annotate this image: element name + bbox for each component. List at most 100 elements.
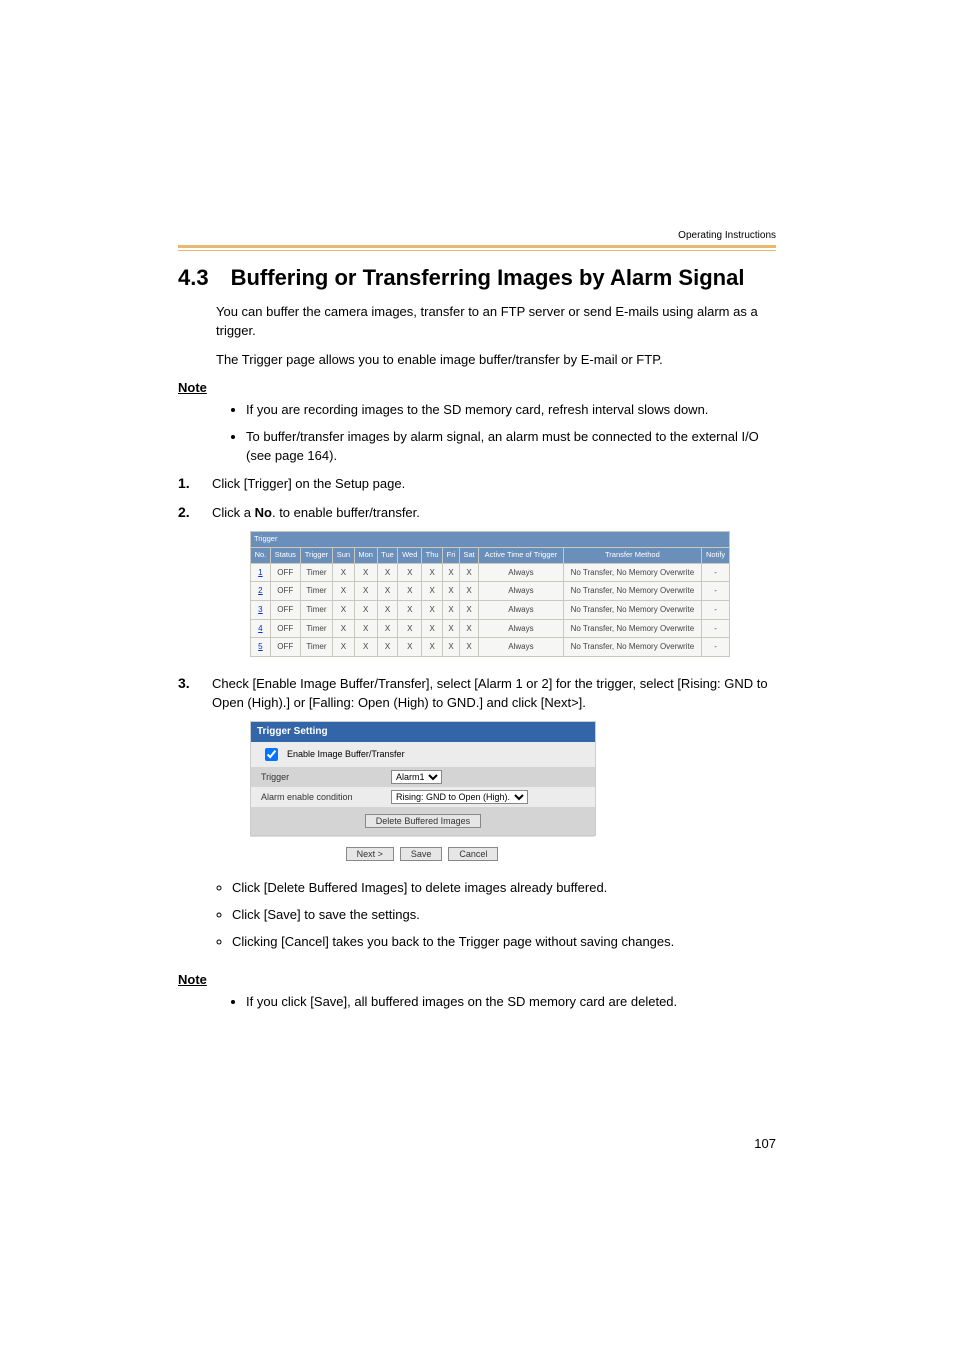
step-2-post: . to enable buffer/transfer. xyxy=(272,505,420,520)
th-no: No. xyxy=(251,548,271,564)
cell-mon: X xyxy=(354,563,377,582)
th-method: Transfer Method xyxy=(563,548,702,564)
cell-tue: X xyxy=(377,563,398,582)
table-row: 1OFFTimerXXXXXXXAlwaysNo Transfer, No Me… xyxy=(251,563,730,582)
cell-trigger: Timer xyxy=(300,582,332,601)
table-row: 2OFFTimerXXXXXXXAlwaysNo Transfer, No Me… xyxy=(251,582,730,601)
note2-bullet-1: If you click [Save], all buffered images… xyxy=(246,993,776,1012)
after-bullet-3: Clicking [Cancel] takes you back to the … xyxy=(232,933,776,952)
th-notify: Notify xyxy=(702,548,730,564)
cell-thu: X xyxy=(422,619,443,638)
section-title: Buffering or Transferring Images by Alar… xyxy=(231,265,745,291)
cell-tue: X xyxy=(377,619,398,638)
cell-fri: X xyxy=(443,638,460,657)
cell-trigger: Timer xyxy=(300,601,332,620)
step-2-pre: Click a xyxy=(212,505,255,520)
row-no-link[interactable]: 5 xyxy=(251,638,271,657)
th-wed: Wed xyxy=(398,548,422,564)
step-2-number: 2. xyxy=(178,504,196,520)
row-no-link[interactable]: 2 xyxy=(251,582,271,601)
running-header: Operating Instructions xyxy=(178,230,776,241)
cell-thu: X xyxy=(422,601,443,620)
row-no-link[interactable]: 1 xyxy=(251,563,271,582)
save-button[interactable]: Save xyxy=(400,847,443,861)
cell-sun: X xyxy=(333,582,355,601)
trigger-table: Trigger No. Status Trigger Sun Mon Tue W… xyxy=(250,531,730,657)
trigger-select[interactable]: Alarm1 xyxy=(391,770,442,784)
note1-bullet-2: To buffer/transfer images by alarm signa… xyxy=(246,428,776,466)
cell-fri: X xyxy=(443,563,460,582)
cell-fri: X xyxy=(443,582,460,601)
cell-notify: - xyxy=(702,619,730,638)
cell-fri: X xyxy=(443,619,460,638)
cell-sun: X xyxy=(333,619,355,638)
cancel-button[interactable]: Cancel xyxy=(448,847,498,861)
cell-sat: X xyxy=(459,563,478,582)
th-tue: Tue xyxy=(377,548,398,564)
enable-buffer-label: Enable Image Buffer/Transfer xyxy=(287,748,405,761)
cell-trigger: Timer xyxy=(300,619,332,638)
enable-buffer-checkbox[interactable] xyxy=(265,748,278,761)
row-trigger-label: Trigger xyxy=(261,771,391,784)
step-2-bold: No xyxy=(255,505,272,520)
delete-buffered-button[interactable]: Delete Buffered Images xyxy=(365,814,481,828)
cell-notify: - xyxy=(702,638,730,657)
cell-thu: X xyxy=(422,638,443,657)
cell-sun: X xyxy=(333,601,355,620)
cell-status: OFF xyxy=(270,638,300,657)
intro-paragraph-1: You can buffer the camera images, transf… xyxy=(216,303,776,341)
cell-sun: X xyxy=(333,563,355,582)
row-no-link[interactable]: 4 xyxy=(251,619,271,638)
cell-method: No Transfer, No Memory Overwrite xyxy=(563,563,702,582)
cell-active: Always xyxy=(479,563,563,582)
row-cond-label: Alarm enable condition xyxy=(261,791,391,804)
cell-trigger: Timer xyxy=(300,563,332,582)
cell-wed: X xyxy=(398,601,422,620)
step-3-number: 3. xyxy=(178,675,196,691)
note1-bullet-1: If you are recording images to the SD me… xyxy=(246,401,776,420)
cell-mon: X xyxy=(354,601,377,620)
cell-sat: X xyxy=(459,638,478,657)
table-row: 3OFFTimerXXXXXXXAlwaysNo Transfer, No Me… xyxy=(251,601,730,620)
th-mon: Mon xyxy=(354,548,377,564)
cell-notify: - xyxy=(702,601,730,620)
next-button[interactable]: Next > xyxy=(346,847,394,861)
alarm-condition-select[interactable]: Rising: GND to Open (High). xyxy=(391,790,528,804)
step-3-text: Check [Enable Image Buffer/Transfer], se… xyxy=(212,675,776,713)
row-no-link[interactable]: 3 xyxy=(251,601,271,620)
cell-method: No Transfer, No Memory Overwrite xyxy=(563,638,702,657)
cell-thu: X xyxy=(422,582,443,601)
cell-status: OFF xyxy=(270,563,300,582)
cell-status: OFF xyxy=(270,601,300,620)
cell-tue: X xyxy=(377,582,398,601)
cell-active: Always xyxy=(479,619,563,638)
cell-method: No Transfer, No Memory Overwrite xyxy=(563,601,702,620)
after-bullet-2: Click [Save] to save the settings. xyxy=(232,906,776,925)
cell-trigger: Timer xyxy=(300,638,332,657)
th-thu: Thu xyxy=(422,548,443,564)
th-active: Active Time of Trigger xyxy=(479,548,563,564)
th-fri: Fri xyxy=(443,548,460,564)
trigger-setting-panel: Trigger Setting Enable Image Buffer/Tran… xyxy=(250,721,596,837)
th-status: Status xyxy=(270,548,300,564)
th-sat: Sat xyxy=(459,548,478,564)
cell-thu: X xyxy=(422,563,443,582)
cell-method: No Transfer, No Memory Overwrite xyxy=(563,619,702,638)
cell-wed: X xyxy=(398,582,422,601)
cell-tue: X xyxy=(377,601,398,620)
after-bullet-1: Click [Delete Buffered Images] to delete… xyxy=(232,879,776,898)
step-1-text: Click [Trigger] on the Setup page. xyxy=(212,475,776,494)
cell-active: Always xyxy=(479,601,563,620)
cell-notify: - xyxy=(702,582,730,601)
th-trigger: Trigger xyxy=(300,548,332,564)
cell-wed: X xyxy=(398,638,422,657)
trigger-setting-title: Trigger Setting xyxy=(251,722,595,743)
table-row: 4OFFTimerXXXXXXXAlwaysNo Transfer, No Me… xyxy=(251,619,730,638)
note-heading-1: Note xyxy=(178,380,776,395)
cell-sat: X xyxy=(459,582,478,601)
cell-wed: X xyxy=(398,563,422,582)
note-heading-2: Note xyxy=(178,972,776,987)
page-number: 107 xyxy=(754,1136,776,1151)
cell-sun: X xyxy=(333,638,355,657)
table-row: 5OFFTimerXXXXXXXAlwaysNo Transfer, No Me… xyxy=(251,638,730,657)
